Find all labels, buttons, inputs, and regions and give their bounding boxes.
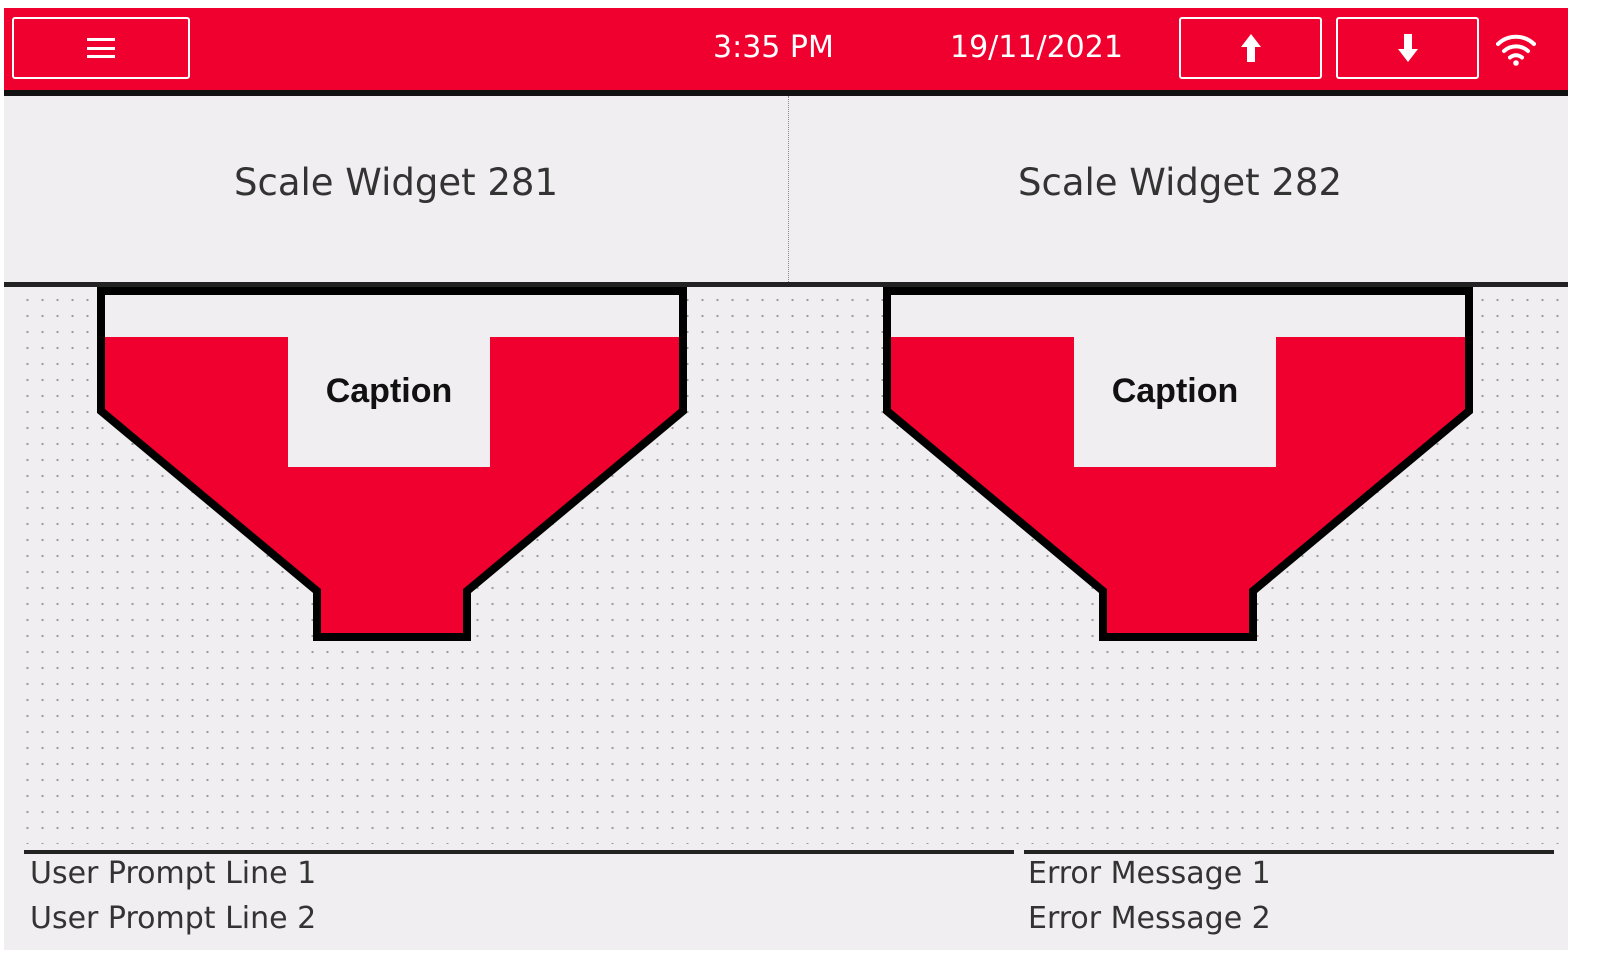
top-bar-rule (4, 90, 1568, 96)
hopper-caption-281: Caption (325, 372, 453, 410)
hmi-screen: 3:35 PM 19/11/2021 Scale Widget 281 Scal… (4, 8, 1568, 950)
arrow-up-icon (1240, 34, 1261, 62)
user-prompt-line-1: User Prompt Line 1 (30, 856, 317, 891)
wifi-icon (1496, 34, 1536, 66)
scale-widget-281-title: Scale Widget 281 (234, 161, 558, 204)
scale-hopper-282[interactable] (881, 287, 1475, 643)
error-area-rule (1024, 850, 1554, 854)
date-display: 19/11/2021 (950, 30, 1123, 65)
hopper-caption-282: Caption (1111, 372, 1239, 410)
scroll-down-button[interactable] (1336, 17, 1479, 79)
scale-hopper-281[interactable] (95, 287, 689, 643)
scale-widget-282-title: Scale Widget 282 (1018, 161, 1342, 204)
scroll-up-button[interactable] (1179, 17, 1322, 79)
error-message-2: Error Message 2 (1028, 901, 1271, 936)
top-bar: 3:35 PM 19/11/2021 (4, 8, 1568, 90)
user-prompt-line-2: User Prompt Line 2 (30, 901, 317, 936)
prompt-area-rule (24, 850, 1014, 854)
panel-divider (788, 96, 789, 282)
hamburger-menu-icon (87, 38, 115, 58)
error-message-1: Error Message 1 (1028, 856, 1271, 891)
menu-button[interactable] (12, 17, 190, 79)
time-display: 3:35 PM (713, 30, 834, 65)
arrow-down-icon (1397, 34, 1418, 62)
